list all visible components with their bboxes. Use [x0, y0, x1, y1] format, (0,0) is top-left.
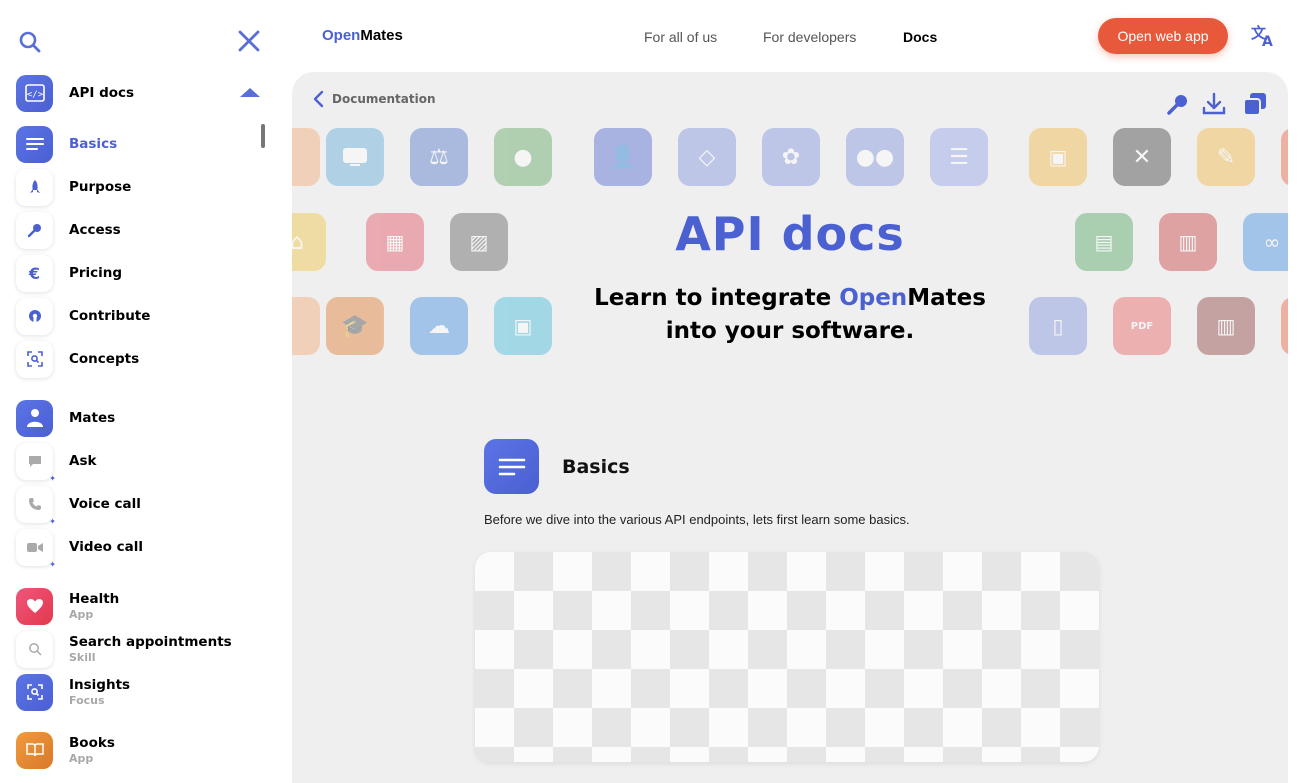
page-title: API docs — [675, 207, 905, 261]
sidebar-item-mates[interactable]: Mates — [16, 398, 256, 438]
sidebar-item-access[interactable]: Access — [16, 210, 256, 250]
image-placeholder — [475, 552, 1099, 762]
sidebar-item-label: Concepts — [69, 351, 140, 367]
sidebar-item-health[interactable]: Health App — [16, 586, 256, 626]
sidebar-item-label: Mates — [69, 410, 116, 426]
chevron-left-icon — [313, 90, 324, 108]
sidebar-item-video-call[interactable]: ✦ Video call — [16, 527, 256, 569]
opensource-icon — [16, 297, 53, 335]
text-lines-icon — [484, 439, 539, 494]
search-icon — [16, 630, 53, 668]
sidebar-item-insights[interactable]: Insights Focus — [16, 672, 256, 712]
sidebar-scrollbar-thumb[interactable] — [261, 124, 265, 148]
app-tile — [1281, 128, 1288, 186]
sidebar-item-purpose[interactable]: Purpose — [16, 167, 256, 207]
sidebar-item-type: Skill — [69, 651, 96, 664]
subtitle-prefix: Learn to integrate — [594, 285, 840, 311]
nav-for-all-of-us[interactable]: For all of us — [644, 29, 717, 45]
svg-text:A: A — [1262, 34, 1273, 48]
gamepad-icon: ◇ — [678, 128, 736, 186]
group-icon: ●● — [846, 128, 904, 186]
rocket-icon — [16, 168, 53, 206]
main-panel: Documentation ⚖ ● 👤 ◇ ✿ ●● ☰ ▣ ✕ ✎ ⌂ ▦ ▨… — [292, 72, 1288, 783]
sidebar-section-api-docs[interactable]: </> API docs — [16, 73, 256, 113]
euro-icon: € — [16, 254, 53, 292]
sidebar-item-voice-call[interactable]: ✦ Voice call — [16, 484, 256, 526]
sidebar-item-label: Ask — [69, 453, 97, 469]
checklist-icon: ☰ — [930, 128, 988, 186]
scan-search-icon — [16, 673, 53, 711]
sidebar-item-type: App — [69, 752, 94, 765]
sidebar-item-basics[interactable]: Basics — [16, 124, 256, 164]
subtitle-brand-open: Open — [839, 285, 908, 311]
design-tools-icon: ✕ — [1113, 128, 1171, 186]
text-lines-icon — [16, 125, 53, 163]
translate-icon[interactable]: 文A — [1250, 24, 1276, 52]
sidebar-item-pricing[interactable]: € Pricing — [16, 253, 256, 293]
sidebar-item-ask[interactable]: ✦ Ask — [16, 441, 256, 483]
sidebar: </> API docs Basics Purpose Access € Pri… — [0, 0, 280, 783]
subtitle-line-2: into your software. — [665, 318, 915, 344]
section-title: Basics — [562, 456, 630, 478]
person-icon — [16, 399, 53, 437]
breadcrumb[interactable]: Documentation — [312, 90, 436, 108]
sidebar-item-label: Basics — [69, 136, 118, 152]
sidebar-item-label: Health — [69, 591, 120, 607]
logo-open: Open — [322, 27, 361, 44]
map-pin-icon: ● — [494, 128, 552, 186]
sidebar-item-label: Insights — [69, 677, 131, 693]
sidebar-item-label: Pricing — [69, 265, 123, 281]
subtitle-brand-mates: Mates — [907, 285, 986, 311]
nav-docs[interactable]: Docs — [903, 29, 937, 45]
key-icon — [16, 211, 53, 249]
sidebar-item-label: Voice call — [69, 496, 141, 512]
app-tile — [292, 128, 320, 186]
logo[interactable]: OpenMates — [322, 27, 403, 44]
sidebar-item-search-appointments[interactable]: Search appointments Skill — [16, 629, 256, 669]
sidebar-section-label: API docs — [69, 85, 135, 101]
page-subtitle: Learn to integrate OpenMates into your s… — [292, 282, 1288, 348]
logo-mates: Mates — [360, 27, 403, 44]
presentation-icon: ▣ — [1029, 128, 1087, 186]
download-icon[interactable] — [1202, 92, 1226, 120]
code-icon: </> — [16, 74, 53, 112]
video-camera-icon: ✦ — [16, 528, 56, 569]
sidebar-item-concepts[interactable]: Concepts — [16, 339, 256, 379]
chat-icon: ✦ — [16, 442, 56, 483]
copy-icon[interactable] — [1242, 92, 1268, 120]
key-icon[interactable] — [1166, 92, 1190, 120]
close-icon[interactable] — [236, 28, 262, 58]
open-web-app-button[interactable]: Open web app — [1098, 18, 1228, 54]
scan-search-icon — [16, 340, 53, 378]
sidebar-item-contribute[interactable]: Contribute — [16, 296, 256, 336]
sidebar-item-label: Video call — [69, 539, 143, 555]
collapse-arrow-icon[interactable] — [240, 88, 260, 97]
scale-icon: ⚖ — [410, 128, 468, 186]
svg-text:</>: </> — [26, 90, 43, 100]
phone-icon: ✦ — [16, 485, 56, 526]
nav-for-developers[interactable]: For developers — [763, 29, 856, 45]
search-icon[interactable] — [18, 30, 42, 58]
sidebar-item-type: App — [69, 608, 94, 621]
sidebar-item-label: Access — [69, 222, 121, 238]
tv-icon — [326, 128, 384, 186]
section-description: Before we dive into the various API endp… — [484, 512, 910, 527]
sidebar-item-label: Books — [69, 735, 115, 751]
sidebar-item-type: Focus — [69, 694, 105, 707]
heart-icon — [16, 587, 53, 625]
breadcrumb-label: Documentation — [332, 92, 436, 106]
brain-icon: ✿ — [762, 128, 820, 186]
person-icon: 👤 — [594, 128, 652, 186]
edit-icon: ✎ — [1197, 128, 1255, 186]
sidebar-item-label: Contribute — [69, 308, 151, 324]
sidebar-item-label: Purpose — [69, 179, 132, 195]
book-icon — [16, 731, 53, 769]
sidebar-item-label: Search appointments — [69, 634, 232, 650]
sidebar-item-books[interactable]: Books App — [16, 730, 256, 770]
